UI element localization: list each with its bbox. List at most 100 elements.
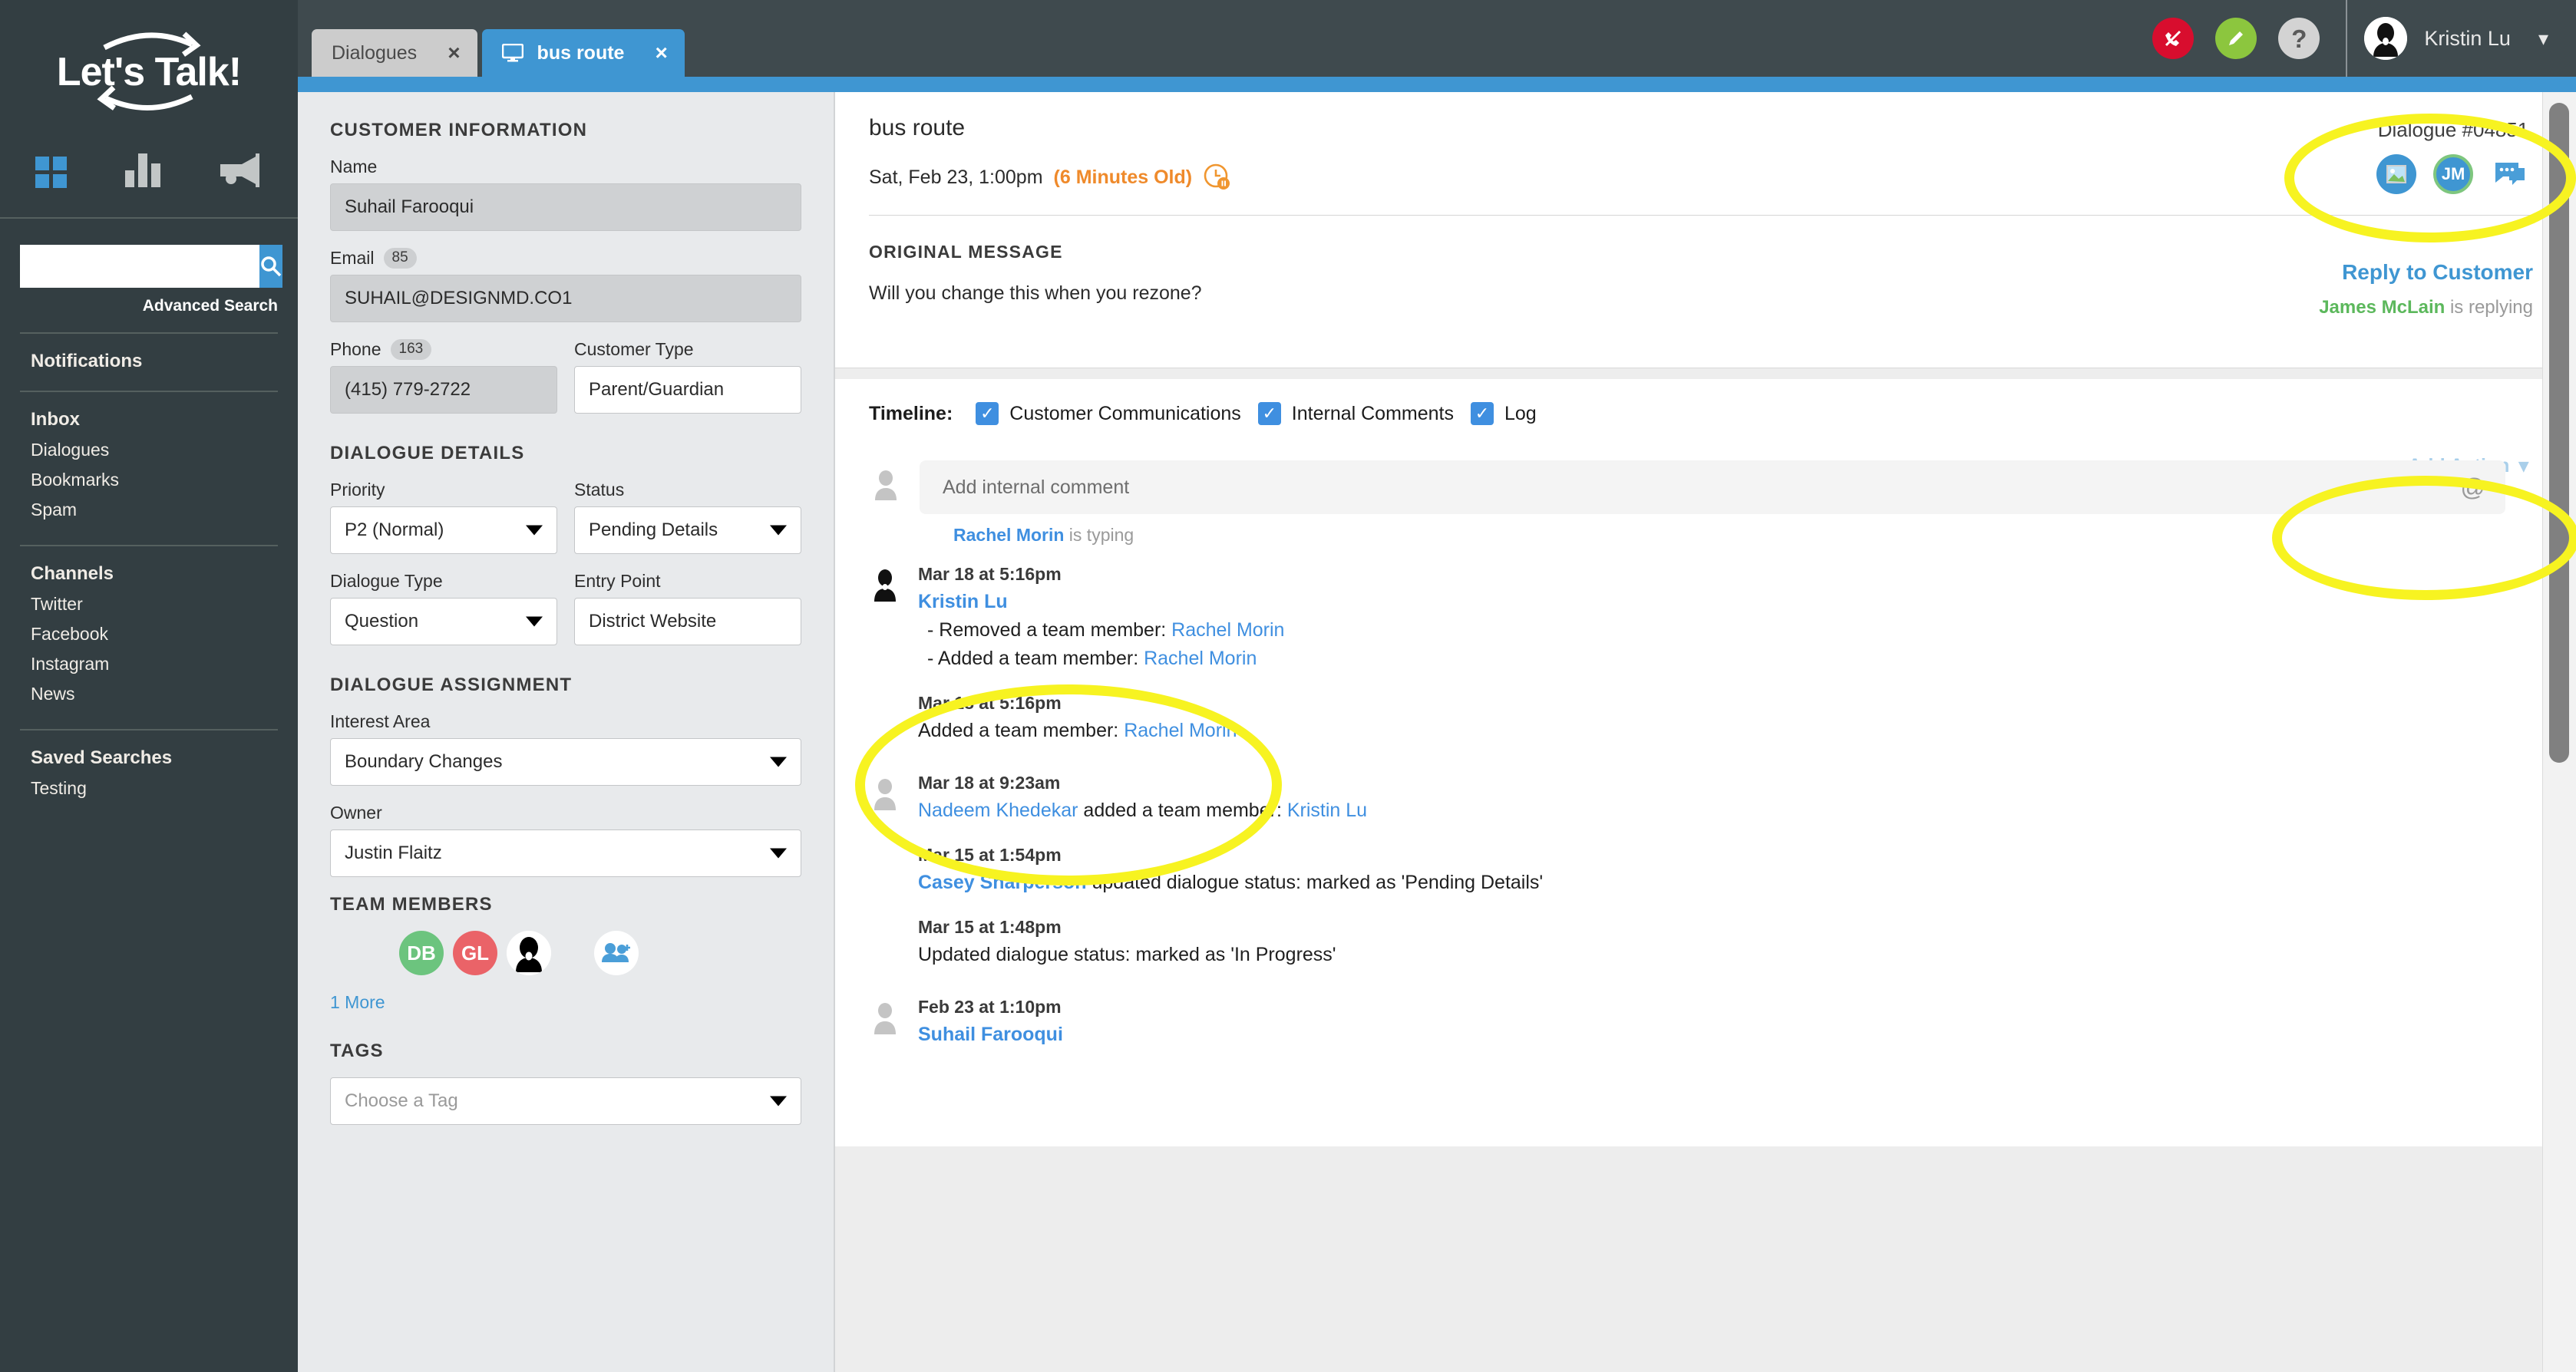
tag-select[interactable]: Choose a Tag bbox=[330, 1077, 801, 1125]
tab-dialogues[interactable]: Dialogues × bbox=[312, 29, 477, 77]
internal-comment-input[interactable]: Add internal comment @ bbox=[920, 460, 2505, 514]
help-icon[interactable]: ? bbox=[2278, 18, 2320, 59]
search-icon bbox=[261, 256, 282, 277]
sidebar-group-saved-searches: Saved Searches Testing bbox=[0, 731, 298, 823]
sidebar-item-facebook[interactable]: Facebook bbox=[31, 625, 298, 643]
timeline-entry-time: Mar 18 at 5:16pm bbox=[918, 693, 1062, 713]
timeline-entry: Mar 15 at 1:54pm Casey Sharperson update… bbox=[869, 845, 2542, 900]
team-avatar-db[interactable]: DB bbox=[399, 931, 444, 975]
customer-phone-value: (415) 779-2722 bbox=[345, 379, 471, 400]
customer-type-field[interactable]: Parent/Guardian bbox=[574, 366, 801, 414]
timeline-line-link[interactable]: Rachel Morin bbox=[1144, 648, 1257, 669]
sidebar-item-dialogues[interactable]: Dialogues bbox=[31, 441, 298, 459]
customer-phone-field[interactable]: (415) 779-2722 bbox=[330, 366, 557, 414]
brand-logo[interactable]: Let's Talk! bbox=[0, 0, 298, 146]
filter-customer-communications[interactable]: ✓ Customer Communications bbox=[976, 402, 1241, 425]
team-members-more-link[interactable]: 1 More bbox=[330, 992, 801, 1013]
megaphone-icon[interactable] bbox=[219, 153, 262, 191]
timeline-avatar-spacer bbox=[869, 845, 901, 900]
timeline-entry-line: - Removed a team member: Rachel Morin bbox=[918, 619, 2542, 641]
mention-at-icon[interactable]: @ bbox=[2461, 473, 2485, 502]
timeline-entry-actor[interactable]: Kristin Lu bbox=[918, 591, 2542, 613]
customer-name-field[interactable]: Suhail Farooqui bbox=[330, 183, 801, 231]
top-bar-actions: ? Kristin Lu ▾ bbox=[2152, 0, 2576, 77]
label-owner: Owner bbox=[330, 803, 801, 823]
section-title-tags: TAGS bbox=[330, 1041, 384, 1061]
user-menu[interactable]: Kristin Lu ▾ bbox=[2364, 17, 2576, 60]
sidebar-heading-channels[interactable]: Channels bbox=[31, 563, 298, 585]
reply-to-customer-link[interactable]: Reply to Customer bbox=[2319, 260, 2533, 285]
main-scrollbar-track[interactable] bbox=[2542, 92, 2576, 1372]
body-area: CUSTOMER INFORMATION Name Suhail Farooqu… bbox=[298, 92, 2576, 1372]
sidebar-heading-saved-searches[interactable]: Saved Searches bbox=[31, 747, 298, 769]
chevron-down-icon[interactable]: ▾ bbox=[2538, 27, 2548, 51]
interest-area-select[interactable]: Boundary Changes bbox=[330, 738, 801, 786]
typing-name: Rachel Morin bbox=[953, 525, 1065, 545]
analytics-bar-chart-icon[interactable] bbox=[125, 153, 160, 191]
timeline-line-link[interactable]: Rachel Morin bbox=[1171, 619, 1284, 641]
sidebar-item-news[interactable]: News bbox=[31, 685, 298, 703]
assignee-initials-jm: JM bbox=[2441, 164, 2465, 183]
timeline-entry-actor[interactable]: Suhail Farooqui bbox=[918, 1024, 2542, 1046]
filter-log[interactable]: ✓ Log bbox=[1471, 402, 1537, 425]
search-input[interactable] bbox=[20, 245, 259, 288]
sidebar-item-twitter[interactable]: Twitter bbox=[31, 595, 298, 613]
right-region: Dialogues × bus route × ? Kristin Lu ▾ C… bbox=[298, 0, 2576, 1372]
filter-internal-comments[interactable]: ✓ Internal Comments bbox=[1257, 402, 1454, 425]
phone-off-icon[interactable] bbox=[2152, 18, 2195, 59]
entry-point-field[interactable]: District Website bbox=[574, 598, 801, 645]
chevron-down-icon bbox=[770, 1096, 787, 1107]
timeline-line-link2[interactable]: Kristin Lu bbox=[1287, 800, 1367, 821]
timeline-line-link[interactable]: Rachel Morin bbox=[1124, 720, 1237, 741]
advanced-search-link[interactable]: Advanced Search bbox=[20, 297, 279, 315]
timeline-line-link[interactable]: Casey Sharperson bbox=[918, 872, 1087, 893]
timeline-avatar bbox=[869, 773, 901, 828]
tab-bus-route[interactable]: bus route × bbox=[481, 29, 685, 77]
header-divider bbox=[869, 215, 2576, 216]
label-status-text: Status bbox=[574, 480, 625, 500]
customer-email-field[interactable]: SUHAIL@DESIGNMD.CO1 bbox=[330, 275, 801, 322]
comments-icon[interactable] bbox=[2490, 154, 2530, 194]
reply-block: Reply to Customer James McLain is replyi… bbox=[2319, 260, 2533, 318]
main-scrollbar-thumb[interactable] bbox=[2549, 103, 2569, 763]
interest-area-value: Boundary Changes bbox=[345, 751, 503, 772]
replying-name: James McLain bbox=[2319, 297, 2446, 318]
type-entry-row: Dialogue Type Question Entry Point Distr… bbox=[330, 571, 801, 662]
timeline-entry-body: Mar 15 at 1:48pm Updated dialogue status… bbox=[918, 917, 2542, 972]
sidebar-item-bookmarks[interactable]: Bookmarks bbox=[31, 471, 298, 489]
dialogue-type-select[interactable]: Question bbox=[330, 598, 557, 645]
team-avatar-photo[interactable] bbox=[507, 931, 551, 975]
sidebar-item-testing[interactable]: Testing bbox=[31, 780, 298, 797]
timeline-line-link[interactable]: Nadeem Khedekar bbox=[918, 800, 1078, 821]
checkbox-checked-icon: ✓ bbox=[1471, 402, 1494, 425]
email-count-badge: 85 bbox=[383, 248, 417, 269]
sidebar-heading-notifications[interactable]: Notifications bbox=[31, 351, 298, 372]
add-team-member-button[interactable] bbox=[594, 931, 639, 975]
attachment-image-icon[interactable] bbox=[2376, 154, 2416, 194]
timeline-line-prefix: - Removed a team member: bbox=[927, 619, 1172, 641]
sidebar-item-spam[interactable]: Spam bbox=[31, 501, 298, 519]
pencil-icon[interactable] bbox=[2215, 18, 2257, 59]
team-avatar-gl-initials: GL bbox=[461, 941, 490, 965]
sidebar-heading-inbox[interactable]: Inbox bbox=[31, 409, 298, 430]
dialogue-age: (6 Minutes Old) bbox=[1053, 166, 1193, 188]
filter-log-label: Log bbox=[1504, 402, 1537, 424]
label-dialogue-type: Dialogue Type bbox=[330, 571, 557, 592]
sidebar-item-instagram[interactable]: Instagram bbox=[31, 655, 298, 673]
tab-bus-route-close-icon[interactable]: × bbox=[655, 42, 667, 64]
status-select[interactable]: Pending Details bbox=[574, 506, 801, 554]
tab-dialogues-close-icon[interactable]: × bbox=[447, 42, 460, 64]
sidebar-group-inbox: Inbox Dialogues Bookmarks Spam bbox=[0, 392, 298, 545]
timeline-entry: Feb 23 at 1:10pm Suhail Farooqui bbox=[869, 997, 2542, 1052]
team-avatar-gl[interactable]: GL bbox=[453, 931, 497, 975]
timeline-entry-line: Nadeem Khedekar added a team member: Kri… bbox=[918, 800, 2542, 822]
dashboard-grid-icon[interactable] bbox=[35, 157, 67, 188]
label-email-text: Email bbox=[330, 248, 375, 268]
search-button[interactable] bbox=[259, 245, 282, 288]
timeline-label: Timeline: bbox=[869, 402, 953, 424]
priority-select[interactable]: P2 (Normal) bbox=[330, 506, 557, 554]
priority-value: P2 (Normal) bbox=[345, 519, 444, 540]
owner-select[interactable]: Justin Flaitz bbox=[330, 829, 801, 877]
assignee-avatar-jm[interactable]: JM bbox=[2433, 154, 2473, 194]
section-title-dialogue-assignment: DIALOGUE ASSIGNMENT bbox=[330, 674, 573, 695]
